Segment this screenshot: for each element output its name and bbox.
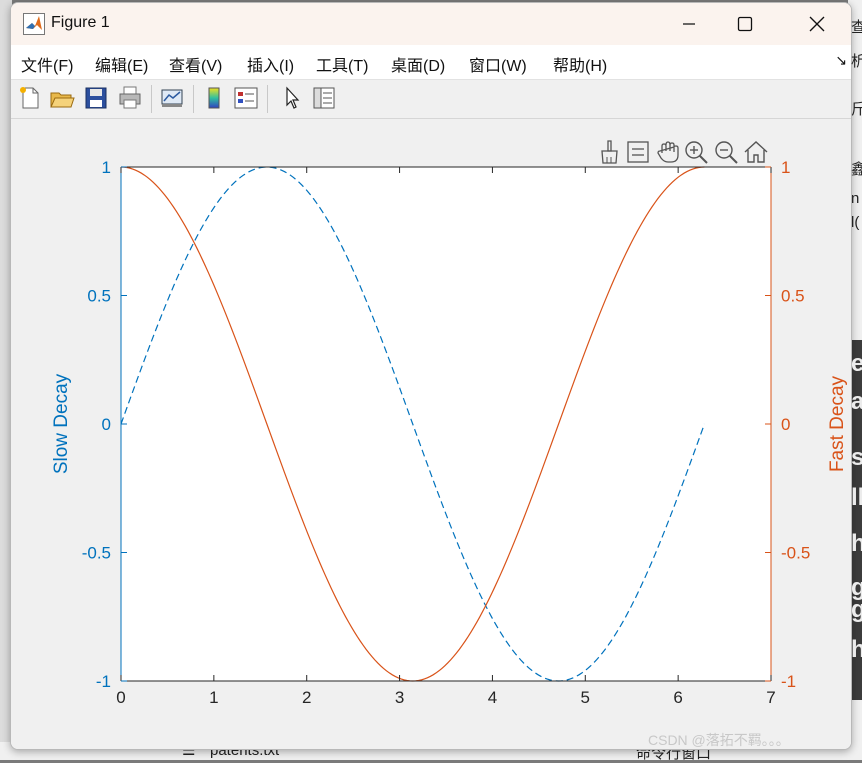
x-tick-label: 6 bbox=[673, 688, 682, 707]
right-y-tick-label: 1 bbox=[781, 158, 790, 177]
x-tick-label: 2 bbox=[302, 688, 311, 707]
open-file-icon[interactable] bbox=[49, 85, 75, 111]
menu-view[interactable]: 查看(V) bbox=[169, 52, 222, 76]
left-y-tick-label: 1 bbox=[102, 158, 111, 177]
menu-desktop[interactable]: 桌面(D) bbox=[391, 52, 445, 76]
close-icon bbox=[809, 16, 825, 32]
figure-toolbar bbox=[11, 80, 851, 119]
left-y-tick-label: 0 bbox=[102, 415, 111, 434]
x-tick-label: 3 bbox=[395, 688, 404, 707]
background-glyph: ll bbox=[851, 484, 862, 511]
menu-file[interactable]: 文件(F) bbox=[21, 52, 73, 76]
background-glyph: l( bbox=[851, 214, 860, 231]
colorbar-icon[interactable] bbox=[201, 85, 227, 111]
dock-arrow-icon[interactable]: ↘ bbox=[835, 53, 847, 69]
background-glyph: e bbox=[851, 350, 862, 377]
background-glyph: 斤 bbox=[851, 101, 862, 118]
x-tick-label: 7 bbox=[766, 688, 775, 707]
x-tick-label: 5 bbox=[581, 688, 590, 707]
matlab-logo-icon bbox=[23, 13, 45, 35]
maximize-button[interactable] bbox=[713, 3, 777, 45]
background-glyph: 鑫 bbox=[851, 161, 862, 178]
link-plot-icon[interactable] bbox=[159, 85, 185, 111]
background-glyph: h bbox=[851, 530, 862, 557]
menu-edit[interactable]: 编辑(E) bbox=[95, 52, 148, 76]
background-glyph: 析 bbox=[851, 53, 862, 70]
background-glyph: 查 bbox=[851, 19, 862, 36]
background-glyph: n bbox=[851, 190, 860, 207]
background-glyph: g bbox=[851, 596, 862, 623]
right-y-tick-label: -0.5 bbox=[781, 544, 810, 563]
menu-insert[interactable]: 插入(I) bbox=[247, 52, 294, 76]
title-bar: Figure 1 bbox=[11, 3, 851, 45]
background-glyph: s bbox=[851, 444, 862, 471]
watermark: CSDN @落拓不羁。。。 bbox=[648, 732, 790, 748]
new-figure-icon[interactable] bbox=[17, 85, 43, 111]
save-icon[interactable] bbox=[83, 85, 109, 111]
minimize-icon bbox=[683, 23, 695, 25]
right-y-axis-label: Fast Decay bbox=[827, 375, 848, 472]
background-glyph: a bbox=[851, 388, 862, 415]
left-y-tick-label: -1 bbox=[96, 672, 111, 691]
right-y-tick-label: 0.5 bbox=[781, 287, 805, 306]
left-y-tick-label: 0.5 bbox=[87, 287, 111, 306]
left-y-tick-label: -0.5 bbox=[82, 544, 111, 563]
window-title: Figure 1 bbox=[51, 14, 110, 31]
x-tick-label: 4 bbox=[488, 688, 497, 707]
menu-bar: 文件(F) 编辑(E) 查看(V) 插入(I) 工具(T) 桌面(D) 窗口(W… bbox=[11, 45, 851, 80]
x-tick-label: 1 bbox=[209, 688, 218, 707]
plot-area bbox=[121, 167, 771, 681]
right-y-tick-label: -1 bbox=[781, 672, 796, 691]
pointer-icon[interactable] bbox=[279, 85, 305, 111]
close-button[interactable] bbox=[785, 3, 849, 45]
figure-window: Figure 1 文件(F) 编辑(E) 查看(V) 插入(I) 工具(T) 桌… bbox=[10, 2, 852, 750]
menu-tools[interactable]: 工具(T) bbox=[316, 52, 368, 76]
x-tick-label: 0 bbox=[116, 688, 125, 707]
maximize-icon bbox=[737, 16, 753, 32]
minimize-button[interactable] bbox=[657, 3, 721, 45]
legend-icon[interactable] bbox=[233, 85, 259, 111]
right-y-tick-label: 0 bbox=[781, 415, 790, 434]
menu-window[interactable]: 窗口(W) bbox=[469, 52, 527, 76]
property-inspector-icon[interactable] bbox=[311, 85, 337, 111]
plot-axes: 0 1 2 3 4 5 6 7 -1 -0.5 0 0.5 1 -1 -0.5 0 0.5 1 Slow Decay… bbox=[51, 158, 848, 707]
menu-help[interactable]: 帮助(H) bbox=[553, 52, 607, 76]
left-y-axis-label: Slow Decay bbox=[51, 373, 72, 474]
print-icon[interactable] bbox=[117, 85, 143, 111]
background-glyph: h bbox=[851, 636, 862, 663]
